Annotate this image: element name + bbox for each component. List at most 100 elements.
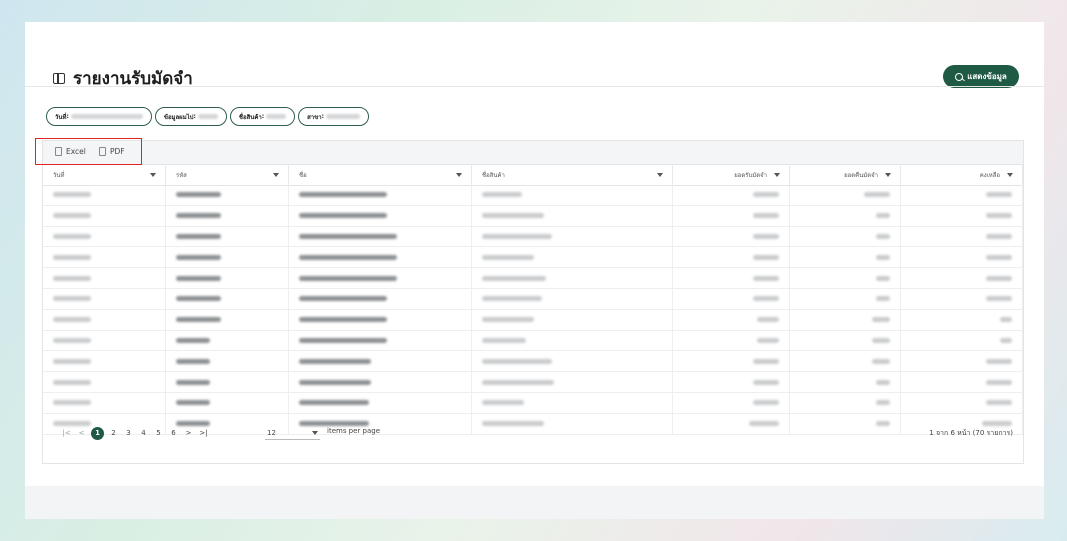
export-highlight <box>35 138 142 165</box>
column-header-label: วันที่ <box>53 171 65 179</box>
sort-caret-icon[interactable] <box>456 173 462 177</box>
redacted-value <box>482 213 544 219</box>
table-cell <box>43 268 166 288</box>
sort-caret-icon[interactable] <box>885 173 891 177</box>
table-row[interactable] <box>43 247 1023 269</box>
table-cell <box>289 351 472 372</box>
table-row[interactable] <box>43 330 1023 352</box>
next-page-button[interactable]: > <box>181 429 196 437</box>
table-cell <box>673 185 790 205</box>
column-header[interactable]: ยอดคืนมัดจำ <box>790 164 901 185</box>
page-number-button[interactable]: 5 <box>151 429 166 437</box>
column-header[interactable]: คงเหลือ <box>901 164 1023 185</box>
table-cell <box>166 288 289 309</box>
redacted-value <box>753 254 779 260</box>
column-header-label: ชื่อ <box>299 171 307 179</box>
redacted-value <box>753 379 779 385</box>
table-cell <box>790 372 901 392</box>
chevron-down-icon <box>312 431 318 435</box>
table-row[interactable] <box>43 392 1023 414</box>
redacted-value <box>482 192 522 198</box>
sort-caret-icon[interactable] <box>150 173 156 177</box>
redacted-value <box>986 358 1012 364</box>
redacted-value <box>876 275 890 281</box>
table-row[interactable] <box>43 226 1023 248</box>
table-cell <box>166 185 289 205</box>
page-number-button[interactable]: 4 <box>136 429 151 437</box>
sort-caret-icon[interactable] <box>657 173 663 177</box>
table-row[interactable] <box>43 205 1023 227</box>
table-cell <box>289 330 472 351</box>
table-row[interactable] <box>43 372 1023 393</box>
redacted-value <box>299 213 387 219</box>
redacted-value <box>753 358 779 364</box>
redacted-value <box>299 337 387 343</box>
filter-chip[interactable]: วันที่: <box>46 107 152 126</box>
per-page-select[interactable]: 12 <box>265 426 320 440</box>
filter-chip[interactable]: สาขา: <box>298 107 370 126</box>
table-row[interactable] <box>43 288 1023 310</box>
search-icon <box>955 72 964 81</box>
table-cell <box>790 268 901 288</box>
table-cell <box>43 309 166 330</box>
table-cell <box>790 392 901 413</box>
redacted-value <box>482 379 554 385</box>
filter-chip[interactable]: ข้อมูลผมไป: <box>154 107 227 126</box>
page-title: รายงานรับมัดจำ <box>73 68 193 89</box>
redacted-value <box>986 233 1012 239</box>
filter-chip[interactable]: ชื่อสินค้า: <box>229 107 296 126</box>
redacted-value <box>53 337 91 343</box>
table-cell <box>673 309 790 330</box>
sort-caret-icon[interactable] <box>774 173 780 177</box>
table-cell <box>901 226 1023 247</box>
table-cell <box>472 351 673 372</box>
redacted-value <box>482 400 524 406</box>
redacted-value <box>176 233 221 239</box>
column-header[interactable]: ชื่อสินค้า <box>472 164 673 185</box>
filter-chip-value-redacted <box>70 114 143 119</box>
show-data-button[interactable]: แสดงข้อมูล <box>943 65 1019 88</box>
redacted-value <box>757 337 779 343</box>
sidebar-toggle-icon[interactable] <box>53 72 65 84</box>
table-cell <box>166 268 289 288</box>
column-header-label: ยอดคืนมัดจำ <box>844 171 878 179</box>
column-header[interactable]: ยอดรับมัดจำ <box>673 164 790 185</box>
filter-chip-label: ชื่อสินค้า <box>238 113 262 121</box>
page-number-button[interactable]: 2 <box>106 429 121 437</box>
redacted-value <box>299 254 397 260</box>
last-page-button[interactable]: >| <box>196 429 211 437</box>
table-cell <box>166 392 289 413</box>
table-cell <box>289 185 472 205</box>
table-cell <box>289 309 472 330</box>
table-cell <box>43 185 166 205</box>
page-number-button[interactable]: 3 <box>121 429 136 437</box>
prev-page-button[interactable]: < <box>74 429 89 437</box>
page-number-button[interactable]: 6 <box>166 429 181 437</box>
redacted-value <box>176 192 221 198</box>
redacted-value <box>986 192 1012 198</box>
table-cell <box>472 309 673 330</box>
table-row[interactable] <box>43 351 1023 373</box>
sort-caret-icon[interactable] <box>273 173 279 177</box>
column-header[interactable]: วันที่ <box>43 164 166 185</box>
first-page-button[interactable]: |< <box>59 429 74 437</box>
sort-caret-icon[interactable] <box>1007 173 1013 177</box>
table-cell <box>289 288 472 309</box>
table-cell <box>673 372 790 392</box>
column-header[interactable]: ชื่อ <box>289 164 472 185</box>
filter-chip-label: วันที่ <box>55 113 67 121</box>
table-cell <box>166 247 289 268</box>
table-cell <box>790 185 901 205</box>
table-cell <box>673 205 790 226</box>
table-row[interactable] <box>43 268 1023 289</box>
redacted-value <box>876 296 890 302</box>
table-cell <box>790 351 901 372</box>
column-header[interactable]: รหัส <box>166 164 289 185</box>
redacted-value <box>53 233 91 239</box>
page-number-button[interactable]: 1 <box>91 426 104 440</box>
report-panel: รายงานรับมัดจำ แสดงข้อมูล วันที่: ข้อมูลผ… <box>25 22 1044 519</box>
table-row[interactable] <box>43 185 1023 206</box>
table-cell <box>790 288 901 309</box>
table-row[interactable] <box>43 309 1023 331</box>
redacted-value <box>872 337 890 343</box>
